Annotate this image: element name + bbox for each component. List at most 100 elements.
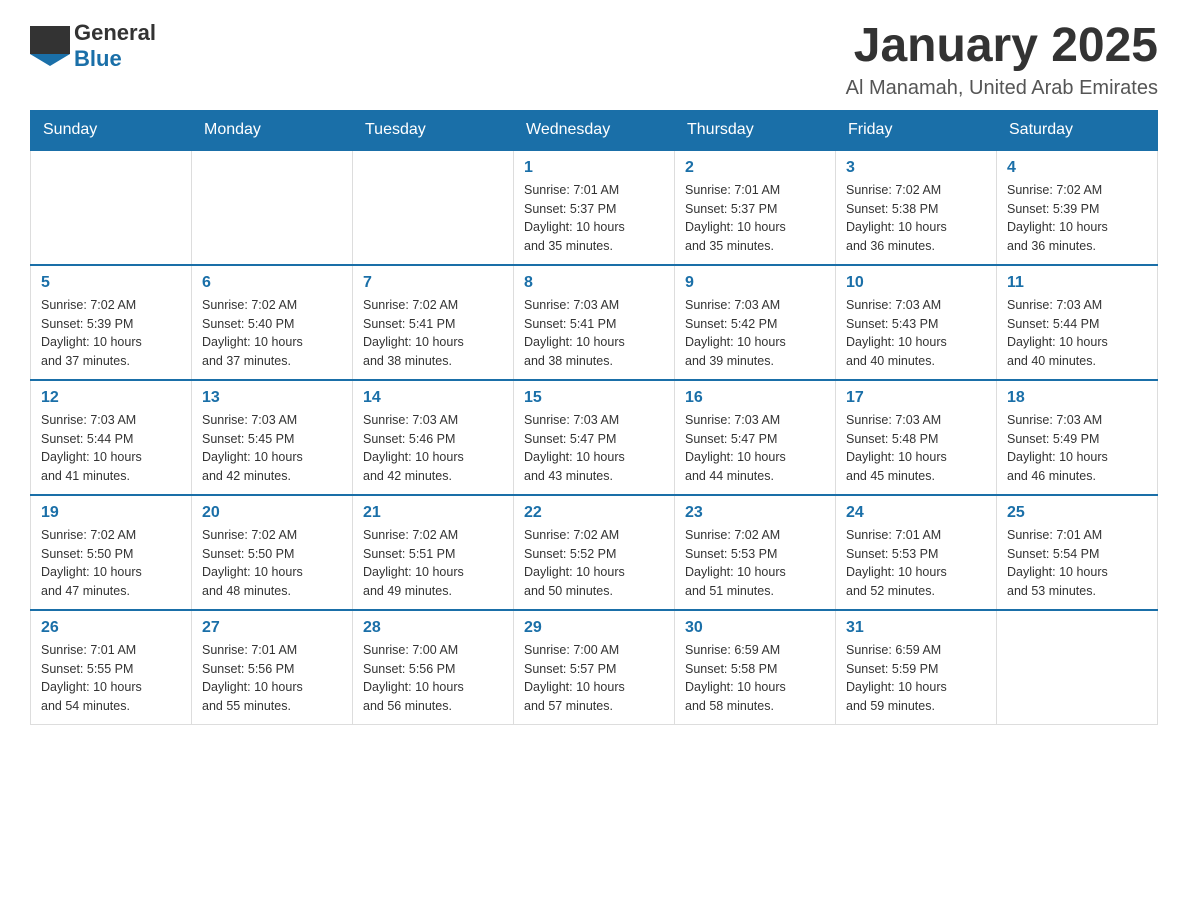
table-row: 5Sunrise: 7:02 AM Sunset: 5:39 PM Daylig… (31, 265, 192, 380)
day-number: 13 (202, 389, 342, 407)
day-info: Sunrise: 7:01 AM Sunset: 5:54 PM Dayligh… (1007, 526, 1147, 601)
table-row: 6 Sunrise: 7:02 AM Sunset: 5:40 PM Daylig… (192, 265, 353, 380)
header-sunday: Sunday (31, 110, 192, 150)
day-number: 19 (41, 504, 181, 522)
day-info: Sunrise: 7:02 AM Sunset: 5:39 PM Dayligh… (1007, 181, 1147, 256)
day-number: 26 (41, 619, 181, 637)
table-row: 18 Sunrise: 7:03 AM Sunset: 5:49 PM Dayli… (997, 380, 1158, 495)
day-info: Sunrise: 7:03 AM Sunset: 5:46 PM Dayligh… (363, 411, 503, 486)
header-thursday: Thursday (675, 110, 836, 150)
table-row: 1 Sunrise: 7:01 AM Sunset: 5:37 PM Daylig… (514, 150, 675, 265)
day-number: 10 (846, 274, 986, 292)
day-number: 3 (846, 159, 986, 177)
day-info: Sunrise: 7:03 AM Sunset: 5:49 PM Dayligh… (1007, 411, 1147, 486)
day-info: Sunrise: 7:02 AM Sunset: 5:50 PM Dayligh… (41, 526, 181, 601)
table-row: 7Sunrise: 7:02 AM Sunset: 5:41 PM Daylig… (353, 265, 514, 380)
day-number: 30 (685, 619, 825, 637)
header-wednesday: Wednesday (514, 110, 675, 150)
day-number: 21 (363, 504, 503, 522)
table-row: 24 Sunrise: 7:01 AM Sunset: 5:53 PM Dayli… (836, 495, 997, 610)
day-number: 14 (363, 389, 503, 407)
day-number: 16 (685, 389, 825, 407)
calendar-week-row: 26 Sunrise: 7:01 AM Sunset: 5:55 PM Dayli… (31, 610, 1158, 725)
table-row: 23Sunrise: 7:02 AM Sunset: 5:53 PM Dayli… (675, 495, 836, 610)
page-header: General Blue January 2025 Al Manamah, Un… (30, 20, 1158, 100)
day-number: 2 (685, 159, 825, 177)
day-info: Sunrise: 7:01 AM Sunset: 5:53 PM Dayligh… (846, 526, 986, 601)
table-row: 25Sunrise: 7:01 AM Sunset: 5:54 PM Dayli… (997, 495, 1158, 610)
title-section: January 2025 Al Manamah, United Arab Emi… (846, 20, 1158, 100)
header-tuesday: Tuesday (353, 110, 514, 150)
header-monday: Monday (192, 110, 353, 150)
table-row: 16 Sunrise: 7:03 AM Sunset: 5:47 PM Dayli… (675, 380, 836, 495)
table-row: 28 Sunrise: 7:00 AM Sunset: 5:56 PM Dayli… (353, 610, 514, 725)
table-row: 15Sunrise: 7:03 AM Sunset: 5:47 PM Dayli… (514, 380, 675, 495)
table-row: 2 Sunrise: 7:01 AM Sunset: 5:37 PM Daylig… (675, 150, 836, 265)
day-number: 23 (685, 504, 825, 522)
logo-icon (30, 26, 70, 66)
day-info: Sunrise: 7:03 AM Sunset: 5:47 PM Dayligh… (524, 411, 664, 486)
table-row: 26 Sunrise: 7:01 AM Sunset: 5:55 PM Dayli… (31, 610, 192, 725)
day-info: Sunrise: 7:01 AM Sunset: 5:37 PM Dayligh… (524, 181, 664, 256)
day-info: Sunrise: 7:03 AM Sunset: 5:48 PM Dayligh… (846, 411, 986, 486)
day-info: Sunrise: 7:02 AM Sunset: 5:51 PM Dayligh… (363, 526, 503, 601)
day-number: 22 (524, 504, 664, 522)
table-row: 10Sunrise: 7:03 AM Sunset: 5:43 PM Dayli… (836, 265, 997, 380)
table-row: 22 Sunrise: 7:02 AM Sunset: 5:52 PM Dayli… (514, 495, 675, 610)
day-info: Sunrise: 7:02 AM Sunset: 5:50 PM Dayligh… (202, 526, 342, 601)
calendar-table: Sunday Monday Tuesday Wednesday Thursday… (30, 110, 1158, 725)
day-info: Sunrise: 7:01 AM Sunset: 5:56 PM Dayligh… (202, 641, 342, 716)
day-number: 20 (202, 504, 342, 522)
day-info: Sunrise: 7:03 AM Sunset: 5:41 PM Dayligh… (524, 296, 664, 371)
table-row: 11 Sunrise: 7:03 AM Sunset: 5:44 PM Dayli… (997, 265, 1158, 380)
day-info: Sunrise: 7:03 AM Sunset: 5:44 PM Dayligh… (41, 411, 181, 486)
day-number: 27 (202, 619, 342, 637)
month-title: January 2025 (846, 20, 1158, 73)
table-row (192, 150, 353, 265)
table-row: 27 Sunrise: 7:01 AM Sunset: 5:56 PM Dayli… (192, 610, 353, 725)
day-info: Sunrise: 7:00 AM Sunset: 5:56 PM Dayligh… (363, 641, 503, 716)
day-number: 9 (685, 274, 825, 292)
table-row: 21 Sunrise: 7:02 AM Sunset: 5:51 PM Dayli… (353, 495, 514, 610)
day-info: Sunrise: 7:02 AM Sunset: 5:40 PM Dayligh… (202, 296, 342, 371)
calendar-header-row: Sunday Monday Tuesday Wednesday Thursday… (31, 110, 1158, 150)
day-info: Sunrise: 7:00 AM Sunset: 5:57 PM Dayligh… (524, 641, 664, 716)
day-number: 17 (846, 389, 986, 407)
day-number: 7 (363, 274, 503, 292)
day-info: Sunrise: 6:59 AM Sunset: 5:59 PM Dayligh… (846, 641, 986, 716)
day-info: Sunrise: 6:59 AM Sunset: 5:58 PM Dayligh… (685, 641, 825, 716)
day-info: Sunrise: 7:03 AM Sunset: 5:44 PM Dayligh… (1007, 296, 1147, 371)
table-row: 31 Sunrise: 6:59 AM Sunset: 5:59 PM Dayli… (836, 610, 997, 725)
day-info: Sunrise: 7:01 AM Sunset: 5:55 PM Dayligh… (41, 641, 181, 716)
day-info: Sunrise: 7:01 AM Sunset: 5:37 PM Dayligh… (685, 181, 825, 256)
table-row: 29 Sunrise: 7:00 AM Sunset: 5:57 PM Dayli… (514, 610, 675, 725)
logo: General Blue (30, 20, 156, 72)
day-number: 29 (524, 619, 664, 637)
location-title: Al Manamah, United Arab Emirates (846, 77, 1158, 100)
table-row: 8Sunrise: 7:03 AM Sunset: 5:41 PM Daylig… (514, 265, 675, 380)
table-row: 3Sunrise: 7:02 AM Sunset: 5:38 PM Daylig… (836, 150, 997, 265)
day-number: 28 (363, 619, 503, 637)
day-info: Sunrise: 7:03 AM Sunset: 5:45 PM Dayligh… (202, 411, 342, 486)
table-row: 17 Sunrise: 7:03 AM Sunset: 5:48 PM Dayli… (836, 380, 997, 495)
table-row: 4 Sunrise: 7:02 AM Sunset: 5:39 PM Daylig… (997, 150, 1158, 265)
day-number: 18 (1007, 389, 1147, 407)
calendar-week-row: 12Sunrise: 7:03 AM Sunset: 5:44 PM Dayli… (31, 380, 1158, 495)
day-info: Sunrise: 7:02 AM Sunset: 5:39 PM Dayligh… (41, 296, 181, 371)
calendar-week-row: 1 Sunrise: 7:01 AM Sunset: 5:37 PM Daylig… (31, 150, 1158, 265)
day-number: 6 (202, 274, 342, 292)
table-row: 13 Sunrise: 7:03 AM Sunset: 5:45 PM Dayli… (192, 380, 353, 495)
day-number: 4 (1007, 159, 1147, 177)
table-row: 12Sunrise: 7:03 AM Sunset: 5:44 PM Dayli… (31, 380, 192, 495)
day-number: 31 (846, 619, 986, 637)
day-info: Sunrise: 7:03 AM Sunset: 5:47 PM Dayligh… (685, 411, 825, 486)
logo-blue-text: Blue (74, 46, 122, 71)
day-number: 1 (524, 159, 664, 177)
table-row: 14 Sunrise: 7:03 AM Sunset: 5:46 PM Dayli… (353, 380, 514, 495)
day-number: 11 (1007, 274, 1147, 292)
day-number: 24 (846, 504, 986, 522)
table-row (31, 150, 192, 265)
day-info: Sunrise: 7:02 AM Sunset: 5:52 PM Dayligh… (524, 526, 664, 601)
table-row: 30 Sunrise: 6:59 AM Sunset: 5:58 PM Dayli… (675, 610, 836, 725)
day-info: Sunrise: 7:03 AM Sunset: 5:42 PM Dayligh… (685, 296, 825, 371)
